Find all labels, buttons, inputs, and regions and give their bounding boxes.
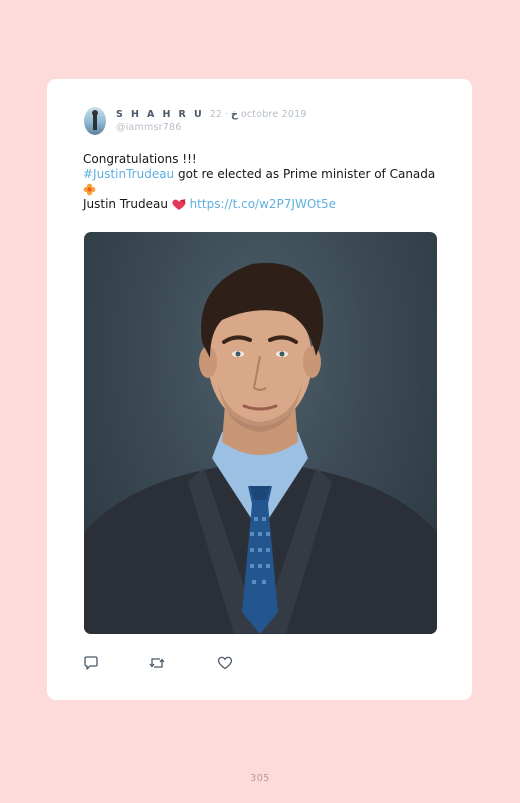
heart-icon — [217, 656, 233, 670]
page-number: 305 — [250, 773, 270, 784]
flower-emoji-icon — [83, 183, 96, 196]
tweet-line-3-text: Justin Trudeau — [83, 197, 168, 211]
tweet-line-2-text: got re elected as Prime minister of Cana… — [174, 167, 436, 181]
retweet-button[interactable] — [149, 655, 165, 671]
tweet-url-link[interactable]: https://t.co/w2P7JWOt5e — [190, 197, 336, 211]
avatar[interactable] — [84, 107, 106, 135]
heart-emoji-icon — [172, 198, 186, 210]
reply-button[interactable] — [83, 655, 99, 671]
tweet-header: S H A H R U خ · 22 octobre 2019 — [116, 108, 307, 122]
like-button[interactable] — [217, 655, 233, 671]
tweet-card: S H A H R U خ · 22 octobre 2019 @iammsr7… — [47, 79, 472, 700]
reply-icon — [84, 656, 98, 670]
tweet-line-2: #JustinTrudeau got re elected as Prime m… — [83, 167, 443, 182]
retweet-icon — [149, 658, 165, 668]
author-handle[interactable]: @iammsr786 — [116, 121, 181, 135]
tweet-line-1: Congratulations !!! — [83, 152, 197, 166]
page: { "tweet": { "name": "S H A H R U خ", "d… — [0, 0, 520, 803]
portrait-illustration — [84, 262, 437, 634]
tweet-date[interactable]: · 22 octobre 2019 — [210, 109, 307, 120]
tweet-line-emoji — [83, 182, 443, 197]
avatar-figure-body — [93, 114, 97, 130]
tweet-photo[interactable] — [84, 232, 437, 634]
tweet-line-3: Justin Trudeau https://t.co/w2P7JWOt5e — [83, 197, 443, 212]
hashtag-link[interactable]: #JustinTrudeau — [83, 167, 174, 181]
tweet-text: Congratulations !!! #JustinTrudeau got r… — [83, 152, 443, 212]
